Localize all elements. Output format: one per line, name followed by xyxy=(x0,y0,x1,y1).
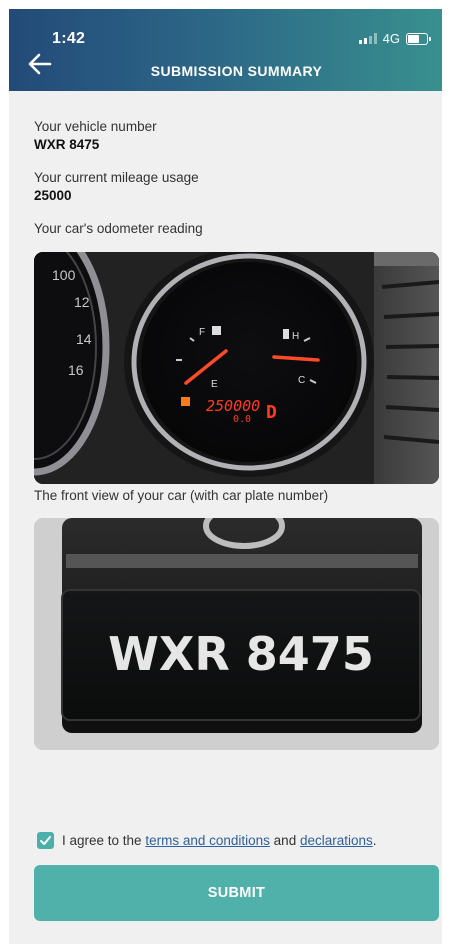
network-type: 4G xyxy=(382,31,400,46)
submit-button[interactable]: SUBMIT xyxy=(34,865,439,921)
speedo-number: 16 xyxy=(68,362,84,378)
battery-icon xyxy=(406,32,431,45)
mileage-label: Your current mileage usage xyxy=(34,170,199,185)
phone-screen: 1:42 4G SUBMISSION SUMMARY Your vehicle … xyxy=(9,9,442,944)
gear-indicator: D xyxy=(266,402,277,423)
vehicle-number-label: Your vehicle number xyxy=(34,119,157,134)
checkmark-icon xyxy=(40,836,51,845)
app-header: 1:42 4G SUBMISSION SUMMARY xyxy=(9,9,442,91)
mileage-value: 25000 xyxy=(34,188,72,203)
status-indicators: 4G xyxy=(358,31,431,46)
speedo-number: 12 xyxy=(74,294,90,310)
fuel-full-label: F xyxy=(199,327,205,338)
fuel-pump-icon xyxy=(212,326,221,335)
odometer-photo-drawing: 100 12 14 16 F E H C 250000 0.0 D xyxy=(34,252,439,484)
odometer-label: Your car's odometer reading xyxy=(34,221,203,236)
signal-icon xyxy=(358,33,377,44)
temp-hot-label: H xyxy=(292,331,299,342)
page-title: SUBMISSION SUMMARY xyxy=(150,63,323,79)
odometer-photo: 100 12 14 16 F E H C 250000 0.0 D xyxy=(34,252,439,484)
agreement-row: I agree to the terms and conditions and … xyxy=(37,832,377,849)
plate-number-text: WXR 8475 xyxy=(108,627,374,681)
terms-link[interactable]: terms and conditions xyxy=(145,833,270,848)
vehicle-number-value: WXR 8475 xyxy=(34,137,100,152)
speedo-number: 14 xyxy=(76,331,92,347)
temp-cold-label: C xyxy=(298,375,305,386)
fuel-empty-label: E xyxy=(211,379,218,390)
speedo-number: 100 xyxy=(52,267,76,283)
agreement-prefix: I agree to the xyxy=(62,833,142,848)
agreement-middle: and xyxy=(273,833,297,848)
fuel-warning-light xyxy=(181,397,190,406)
front-view-label: The front view of your car (with car pla… xyxy=(34,488,329,503)
declarations-link[interactable]: declarations xyxy=(300,833,373,848)
status-time: 1:42 xyxy=(52,30,86,47)
agree-checkbox[interactable] xyxy=(37,832,54,849)
car-front-photo: WXR 8475 xyxy=(34,518,439,750)
temp-icon xyxy=(283,329,289,339)
odometer-digits: 250000 xyxy=(206,397,260,415)
car-front-photo-drawing: WXR 8475 xyxy=(34,518,439,750)
trip-digits: 0.0 xyxy=(233,414,251,425)
agreement-suffix: . xyxy=(372,833,377,848)
